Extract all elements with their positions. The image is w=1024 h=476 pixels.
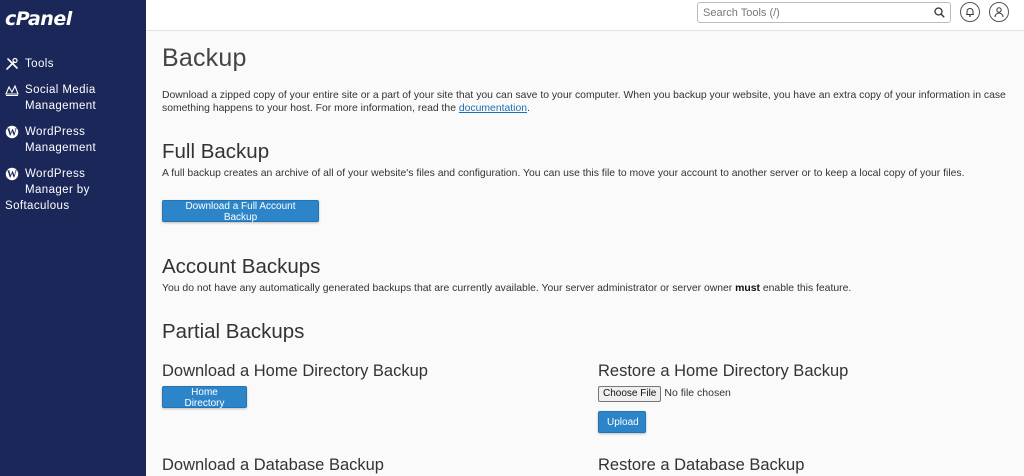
download-home-directory-heading: Download a Home Directory Backup [162, 362, 428, 380]
wordpress-icon: W [5, 125, 19, 139]
sidebar-item-label-main: WordPress Manager by [25, 168, 90, 196]
page-intro: Download a zipped copy of your entire si… [162, 89, 1012, 115]
intro-end: . [527, 103, 530, 114]
restore-home-directory-heading: Restore a Home Directory Backup [598, 362, 849, 380]
cpanel-logo[interactable]: cPanel [5, 8, 72, 30]
intro-text: Download a zipped copy of your entire si… [162, 90, 1006, 114]
choose-file-button[interactable]: Choose File [598, 386, 662, 402]
search-box [697, 2, 951, 23]
sidebar: cPanel Tools Social Media Management W W… [0, 0, 146, 476]
search-icon[interactable] [934, 7, 945, 18]
account-backups-heading: Account Backups [162, 255, 321, 278]
social-media-icon [5, 84, 19, 96]
account-backups-description: You do not have any automatically genera… [162, 283, 851, 294]
tools-icon [6, 57, 18, 70]
file-picker: Choose File No file chosen [598, 386, 731, 402]
sidebar-item-tools[interactable]: Tools [5, 56, 54, 72]
page-title: Backup [162, 44, 247, 72]
sidebar-item-label: WordPress Manager by Softaculous [5, 166, 130, 214]
account-backups-text: You do not have any automatically genera… [162, 283, 733, 294]
top-bar [146, 0, 1024, 31]
sidebar-item-label: Social Media Management [25, 84, 97, 112]
full-backup-heading: Full Backup [162, 140, 270, 163]
full-backup-description: A full backup creates an archive of all … [162, 168, 965, 179]
search-input[interactable] [698, 3, 923, 23]
file-status: No file chosen [664, 387, 731, 399]
user-icon [994, 7, 1004, 17]
download-database-heading: Download a Database Backup [162, 456, 384, 474]
sidebar-item-wordpress-manager-softaculous[interactable]: W WordPress Manager by Softaculous [5, 166, 130, 214]
account-backups-emphasis: must [735, 283, 760, 294]
sidebar-item-label-tail: Softaculous [5, 200, 70, 212]
sidebar-item-social-media-management[interactable]: Social Media Management [5, 82, 115, 114]
bell-icon [966, 8, 974, 17]
upload-button[interactable]: Upload [598, 411, 646, 433]
restore-database-heading: Restore a Database Backup [598, 456, 805, 474]
account-backups-text-end: enable this feature. [762, 283, 852, 294]
home-directory-button[interactable]: Home Directory [162, 386, 247, 409]
documentation-link[interactable]: documentation [459, 103, 527, 114]
download-full-backup-button[interactable]: Download a Full Account Backup [162, 200, 319, 223]
partial-backups-heading: Partial Backups [162, 320, 305, 343]
wordpress-icon: W [5, 167, 19, 181]
user-menu-button[interactable] [989, 2, 1009, 22]
svg-text:W: W [7, 128, 17, 139]
notifications-button[interactable] [960, 2, 980, 22]
svg-text:W: W [7, 170, 17, 181]
sidebar-item-label: WordPress Management [25, 126, 97, 154]
sidebar-item-wordpress-management[interactable]: W WordPress Management [5, 124, 115, 156]
